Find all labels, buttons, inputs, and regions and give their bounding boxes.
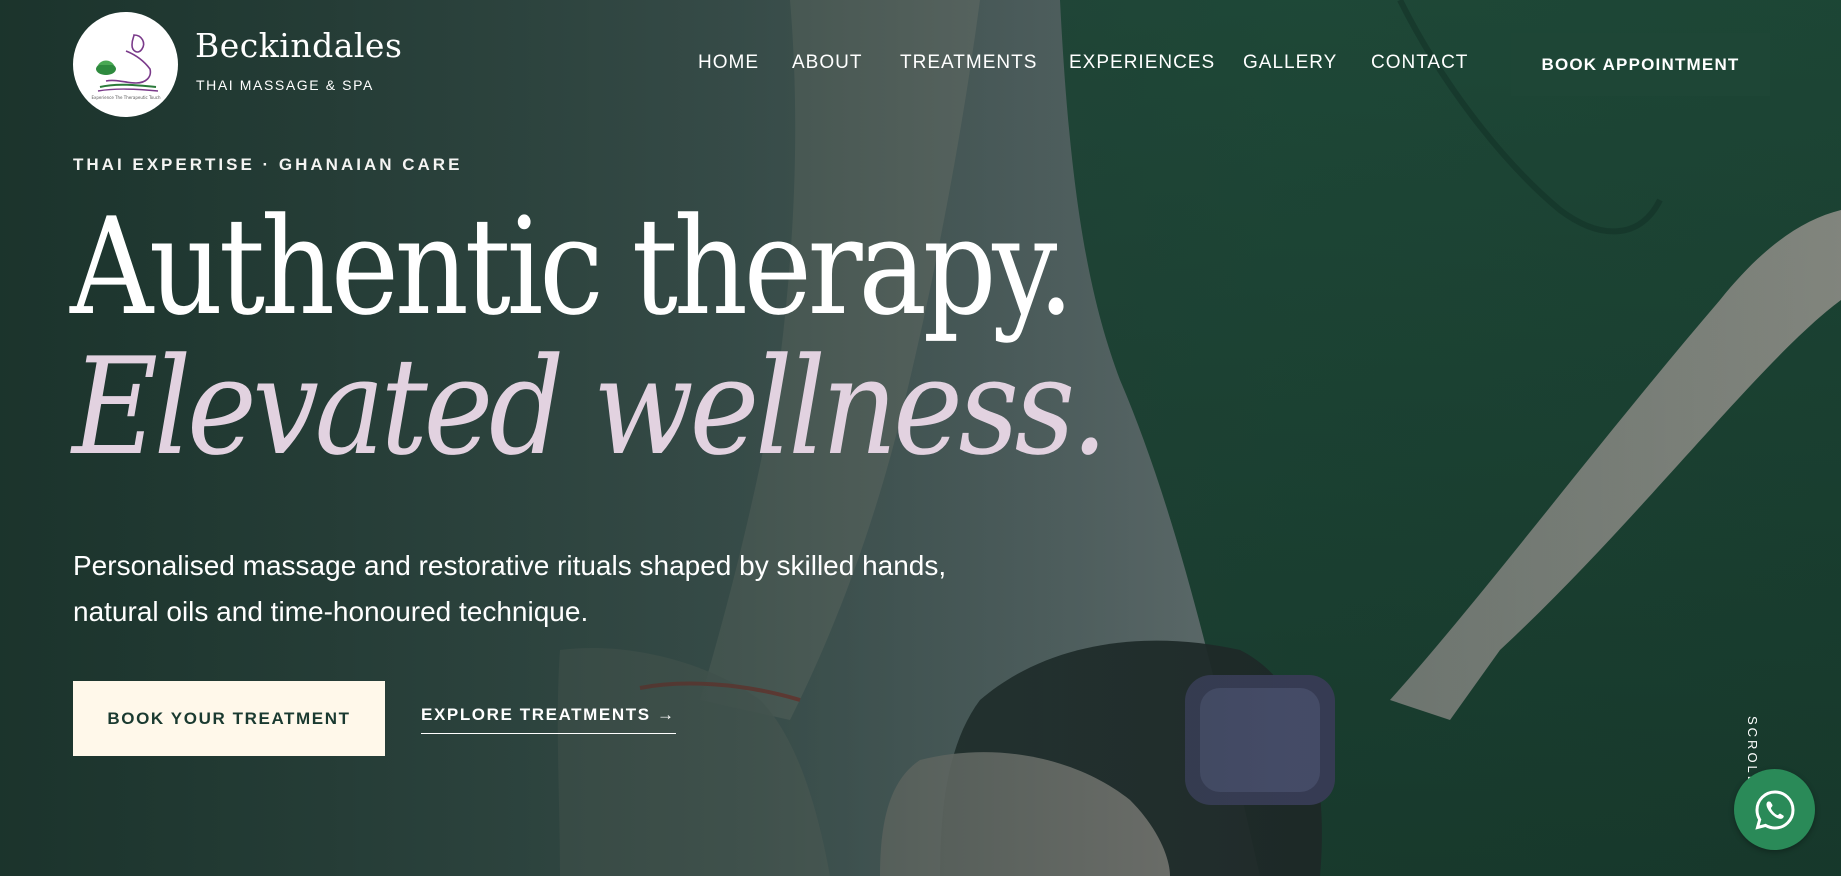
hero-headline-line1: Authentic therapy. bbox=[70, 189, 1074, 345]
nav-about[interactable]: ABOUT bbox=[792, 52, 900, 74]
hero-headline-line2: Elevated wellness. bbox=[72, 329, 1108, 485]
main-nav: HOME ABOUT TREATMENTS EXPERIENCES GALLER… bbox=[698, 52, 1481, 74]
hero-lead-line2: natural oils and time-honoured technique… bbox=[73, 596, 589, 627]
hero-lead: Personalised massage and restorative rit… bbox=[73, 543, 973, 635]
hero-section: Experience The Therapeutic Touch Beckind… bbox=[0, 0, 1841, 876]
svg-text:Experience The Therapeutic Tou: Experience The Therapeutic Touch bbox=[91, 95, 160, 100]
nav-gallery[interactable]: GALLERY bbox=[1243, 52, 1371, 74]
whatsapp-button[interactable] bbox=[1734, 769, 1815, 850]
logo[interactable]: Experience The Therapeutic Touch bbox=[73, 12, 178, 117]
nav-experiences[interactable]: EXPERIENCES bbox=[1069, 52, 1243, 74]
nav-home[interactable]: HOME bbox=[698, 52, 792, 74]
book-appointment-button[interactable]: BOOK APPOINTMENT bbox=[1511, 33, 1770, 96]
hero-eyebrow: THAI EXPERTISE · GHANAIAN CARE bbox=[73, 155, 463, 174]
nav-contact[interactable]: CONTACT bbox=[1371, 52, 1481, 74]
hero-lead-line1: Personalised massage and restorative rit… bbox=[73, 550, 947, 581]
book-your-treatment-button[interactable]: BOOK YOUR TREATMENT bbox=[73, 681, 385, 756]
explore-treatments-link[interactable]: EXPLORE TREATMENTS → bbox=[421, 705, 676, 734]
brand-name: Beckindales bbox=[195, 26, 403, 65]
massage-logo-icon: Experience The Therapeutic Touch bbox=[91, 33, 160, 100]
whatsapp-icon bbox=[1754, 789, 1795, 830]
brand-tagline: THAI MASSAGE & SPA bbox=[196, 77, 374, 93]
nav-treatments[interactable]: TREATMENTS bbox=[900, 52, 1069, 74]
